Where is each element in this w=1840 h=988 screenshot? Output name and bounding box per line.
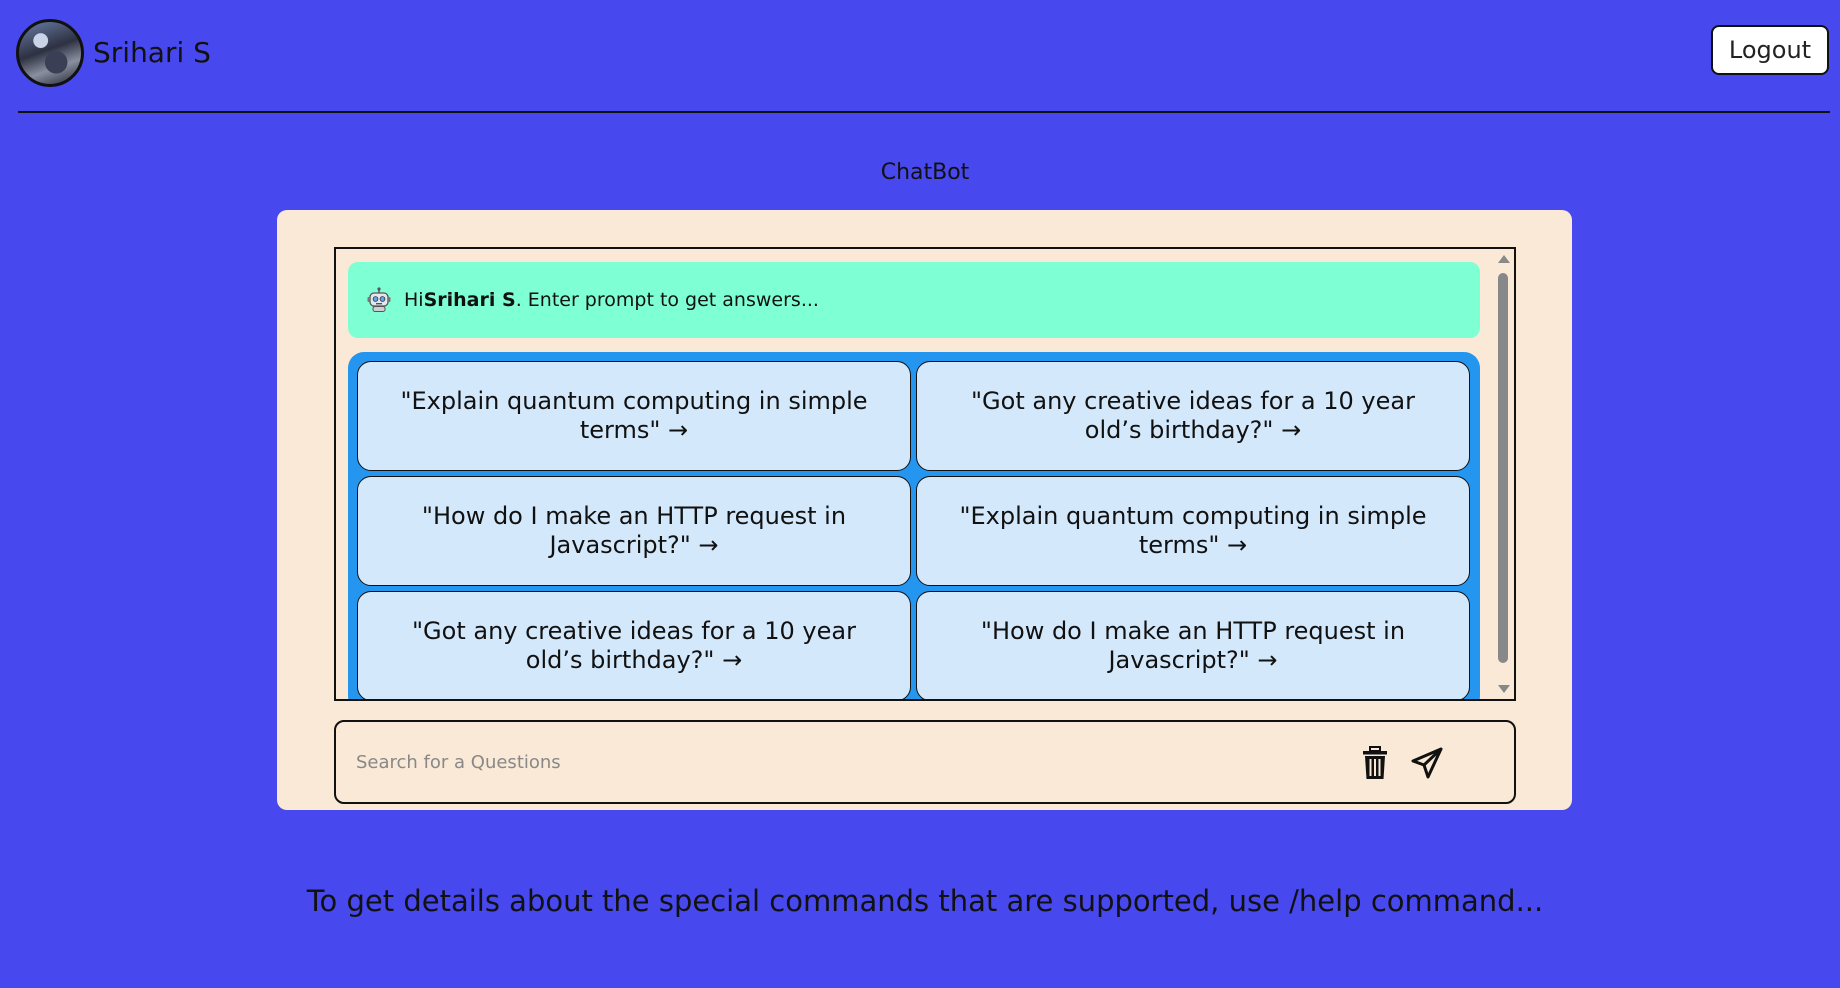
suggestions-panel: "Explain quantum computing in simple ter… (348, 352, 1480, 699)
scroll-thumb[interactable] (1498, 273, 1508, 663)
suggestion-button[interactable]: "How do I make an HTTP request in Javasc… (916, 591, 1470, 699)
logout-button[interactable]: Logout (1711, 25, 1829, 75)
chat-scrollbar[interactable] (1494, 251, 1512, 697)
header-divider (18, 111, 1830, 113)
send-icon[interactable] (1410, 746, 1444, 780)
greeting-name: Srihari S (423, 289, 516, 311)
header: Srihari S Logout (0, 0, 1840, 114)
chat-messages: Hi Srihari S. Enter prompt to get answer… (334, 247, 1516, 701)
scroll-up-icon[interactable] (1498, 255, 1510, 263)
suggestion-button[interactable]: "How do I make an HTTP request in Javasc… (357, 476, 911, 586)
suggestion-button[interactable]: "Got any creative ideas for a 10 year ol… (357, 591, 911, 699)
suggestion-button[interactable]: "Got any creative ideas for a 10 year ol… (916, 361, 1470, 471)
greeting-suffix: . Enter prompt to get answers... (515, 289, 819, 311)
search-input[interactable] (356, 740, 1356, 784)
prompt-bar (334, 720, 1516, 804)
user-avatar[interactable] (16, 19, 84, 87)
scroll-down-icon[interactable] (1498, 685, 1510, 693)
greeting-prefix: Hi (404, 289, 424, 311)
trash-icon[interactable] (1360, 746, 1390, 780)
robot-icon (367, 287, 391, 312)
help-hint: To get details about the special command… (306, 884, 1544, 918)
bot-greeting: Hi Srihari S. Enter prompt to get answer… (348, 262, 1480, 338)
suggestion-button[interactable]: "Explain quantum computing in simple ter… (357, 361, 911, 471)
suggestion-button[interactable]: "Explain quantum computing in simple ter… (916, 476, 1470, 586)
page-title: ChatBot (880, 160, 970, 185)
user-name: Srihari S (93, 36, 211, 69)
